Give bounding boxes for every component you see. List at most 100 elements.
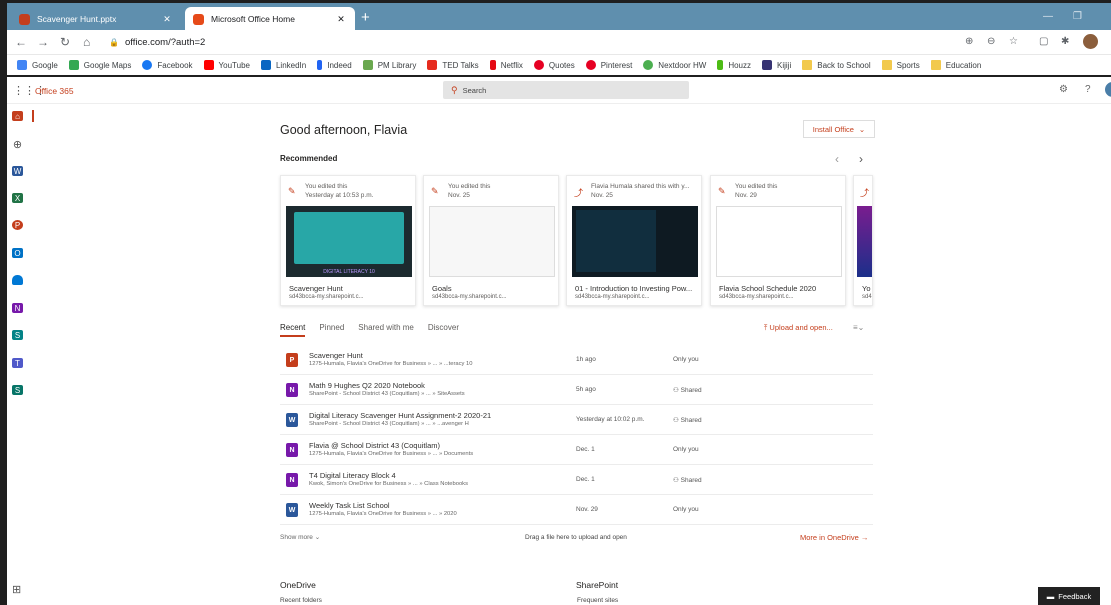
bookmark-linkedin[interactable]: LinkedIn — [260, 60, 306, 70]
word-icon[interactable]: W — [12, 166, 23, 176]
extension-icon[interactable]: ▢ — [1039, 36, 1048, 47]
bookmark-netflix[interactable]: Netflix — [489, 60, 523, 70]
bookmark-pinterest[interactable]: Pinterest — [585, 60, 632, 70]
puzzle-icon[interactable]: ✱ — [1061, 36, 1069, 47]
chevron-left-icon[interactable]: ‹ — [835, 152, 839, 166]
bookmark-houzz[interactable]: Houzz — [717, 60, 751, 70]
bookmark-kijiji[interactable]: Kijiji — [762, 60, 791, 70]
address-bar[interactable]: 🔒 office.com/?auth=2 — [109, 33, 389, 51]
more-in-onedrive-link[interactable]: More in OneDrive → — [800, 533, 868, 542]
powerpoint-icon[interactable]: P — [12, 220, 23, 230]
teams-icon[interactable]: T — [12, 358, 23, 368]
add-icon[interactable]: ⊕ — [965, 36, 973, 47]
bookmark-pm-library[interactable]: PM Library — [362, 60, 416, 70]
bookmark-sports[interactable]: Sports — [881, 60, 920, 70]
tab-pinned[interactable]: Pinned — [319, 323, 344, 337]
bookmark-quotes[interactable]: Quotes — [533, 60, 575, 70]
gear-icon[interactable]: ⚙ — [1059, 84, 1068, 95]
card-location: sd43bcca-my.sharepoint.c... — [289, 294, 364, 300]
bookmark-facebook[interactable]: Facebook — [142, 60, 193, 70]
tab-office-home[interactable]: Microsoft Office Home ✕ — [185, 7, 355, 31]
table-row[interactable]: P Scavenger Hunt 1275-Humala, Flavia's O… — [280, 345, 873, 375]
profile-avatar[interactable] — [1083, 34, 1098, 49]
table-row[interactable]: N Flavia @ School District 43 (Coquitlam… — [280, 435, 873, 465]
outlook-icon[interactable]: O — [12, 248, 23, 258]
pencil-icon: ✎ — [288, 186, 296, 196]
table-row[interactable]: W Digital Literacy Scavenger Hunt Assign… — [280, 405, 873, 435]
table-row[interactable]: N Math 9 Hughes Q2 2020 Notebook SharePo… — [280, 375, 873, 405]
search-icon: ⚲ — [451, 84, 458, 95]
bookmark-nextdoor-hw[interactable]: Nextdoor HW — [643, 60, 706, 70]
star-icon[interactable]: ☆ — [1009, 36, 1018, 47]
zoom-icon[interactable]: ⊖ — [987, 36, 995, 47]
new-tab-button[interactable]: + — [361, 10, 370, 25]
share-icon: ⤴ — [860, 188, 870, 198]
card-location: sd43bcca-my.sharepoint.c... — [432, 294, 507, 300]
onenote-icon[interactable]: N — [12, 303, 23, 313]
help-icon[interactable]: ? — [1085, 84, 1091, 95]
feedback-button[interactable]: ▬ Feedback — [1038, 587, 1100, 605]
card-title: Flavia School Schedule 2020 — [719, 284, 817, 293]
file-thumbnail — [716, 206, 842, 277]
recommended-card[interactable]: ✎ You edited this Nov. 25 Goals sd43bcca… — [423, 175, 559, 306]
recommended-card[interactable]: ✎ You edited this Yesterday at 10:53 p.m… — [280, 175, 416, 306]
card-location: sd43bcca-my.sharepoint.c... — [719, 294, 794, 300]
install-office-button[interactable]: Install Office ⌄ — [803, 120, 875, 138]
back-icon[interactable]: ← — [15, 35, 27, 49]
recommended-card[interactable]: ⤴ Yo sd4 — [853, 175, 873, 306]
onenote-file-icon: N — [286, 473, 298, 487]
create-icon[interactable]: ⊕ — [12, 139, 23, 151]
restore-icon[interactable]: ❐ — [1073, 11, 1082, 22]
home-icon[interactable]: ⌂ — [12, 111, 23, 121]
bookmark-youtube[interactable]: YouTube — [203, 60, 250, 70]
word-file-icon: W — [286, 503, 298, 517]
bookmark-google[interactable]: Google — [17, 60, 58, 70]
card-location: sd43bcca-my.sharepoint.c... — [575, 294, 650, 300]
tab-label: Microsoft Office Home — [211, 14, 295, 24]
sort-icon[interactable]: ≡⌄ — [853, 323, 864, 332]
browser-tab-strip: Scavenger Hunt.pptx ✕ Microsoft Office H… — [7, 3, 1111, 31]
upload-and-open-button[interactable]: ⤒ Upload and open... — [764, 323, 833, 333]
recent-folders-label: Recent folders — [280, 597, 322, 604]
onenote-file-icon: N — [286, 443, 298, 457]
table-row[interactable]: W Weekly Task List School 1275-Humala, F… — [280, 495, 873, 525]
home-icon[interactable]: ⌂ — [83, 35, 90, 49]
recommended-card[interactable]: ✎ You edited this Nov. 29 Flavia School … — [710, 175, 846, 306]
tab-discover[interactable]: Discover — [428, 323, 459, 337]
lock-icon: 🔒 — [109, 37, 119, 47]
excel-icon[interactable]: X — [12, 193, 23, 203]
onedrive-icon[interactable] — [12, 275, 23, 285]
close-icon[interactable]: ✕ — [161, 14, 173, 25]
bookmark-google-maps[interactable]: Google Maps — [68, 60, 131, 70]
tab-label: Scavenger Hunt.pptx — [37, 14, 117, 24]
sway-icon[interactable]: S — [12, 385, 23, 395]
share-icon: ⤴ — [574, 188, 584, 198]
avatar[interactable] — [1105, 82, 1111, 97]
all-apps-icon[interactable]: ⊞ — [12, 583, 21, 596]
sharepoint-icon[interactable]: S — [12, 330, 23, 340]
feedback-icon: ▬ — [1046, 591, 1055, 601]
tab-shared-with-me[interactable]: Shared with me — [358, 323, 414, 337]
close-icon[interactable]: ✕ — [335, 14, 347, 25]
bookmark-ted-talks[interactable]: TED Talks — [427, 60, 479, 70]
recommended-card[interactable]: ⤴ Flavia Humala shared this with y... No… — [566, 175, 702, 306]
brand-label[interactable]: Office 365 — [35, 86, 74, 96]
pencil-icon: ✎ — [431, 186, 439, 196]
bookmark-indeed[interactable]: Indeed — [317, 60, 352, 70]
bookmark-education[interactable]: Education — [930, 60, 981, 70]
bookmark-back-to-school[interactable]: Back to School — [802, 60, 871, 70]
reload-icon[interactable]: ↻ — [60, 35, 70, 49]
search-input[interactable]: ⚲ Search — [443, 81, 689, 99]
forward-icon[interactable]: → — [37, 35, 49, 49]
minimize-icon[interactable]: — — [1043, 11, 1053, 22]
show-more-link[interactable]: Show more ⌄ — [280, 533, 320, 541]
tab-scavenger-hunt[interactable]: Scavenger Hunt.pptx ✕ — [11, 7, 181, 31]
upload-icon: ⤒ — [764, 323, 768, 332]
card-title: Scavenger Hunt — [289, 284, 343, 293]
office-app-bar: ⋮⋮⋮ Office 365 ⚲ Search ⚙ ? — [7, 77, 1111, 104]
recommended-heading: Recommended — [280, 154, 338, 163]
tab-recent[interactable]: Recent — [280, 323, 306, 337]
chevron-right-icon[interactable]: › — [859, 152, 863, 166]
powerpoint-file-icon: P — [286, 353, 298, 367]
table-row[interactable]: N T4 Digital Literacy Block 4 Kwok, Simo… — [280, 465, 873, 495]
